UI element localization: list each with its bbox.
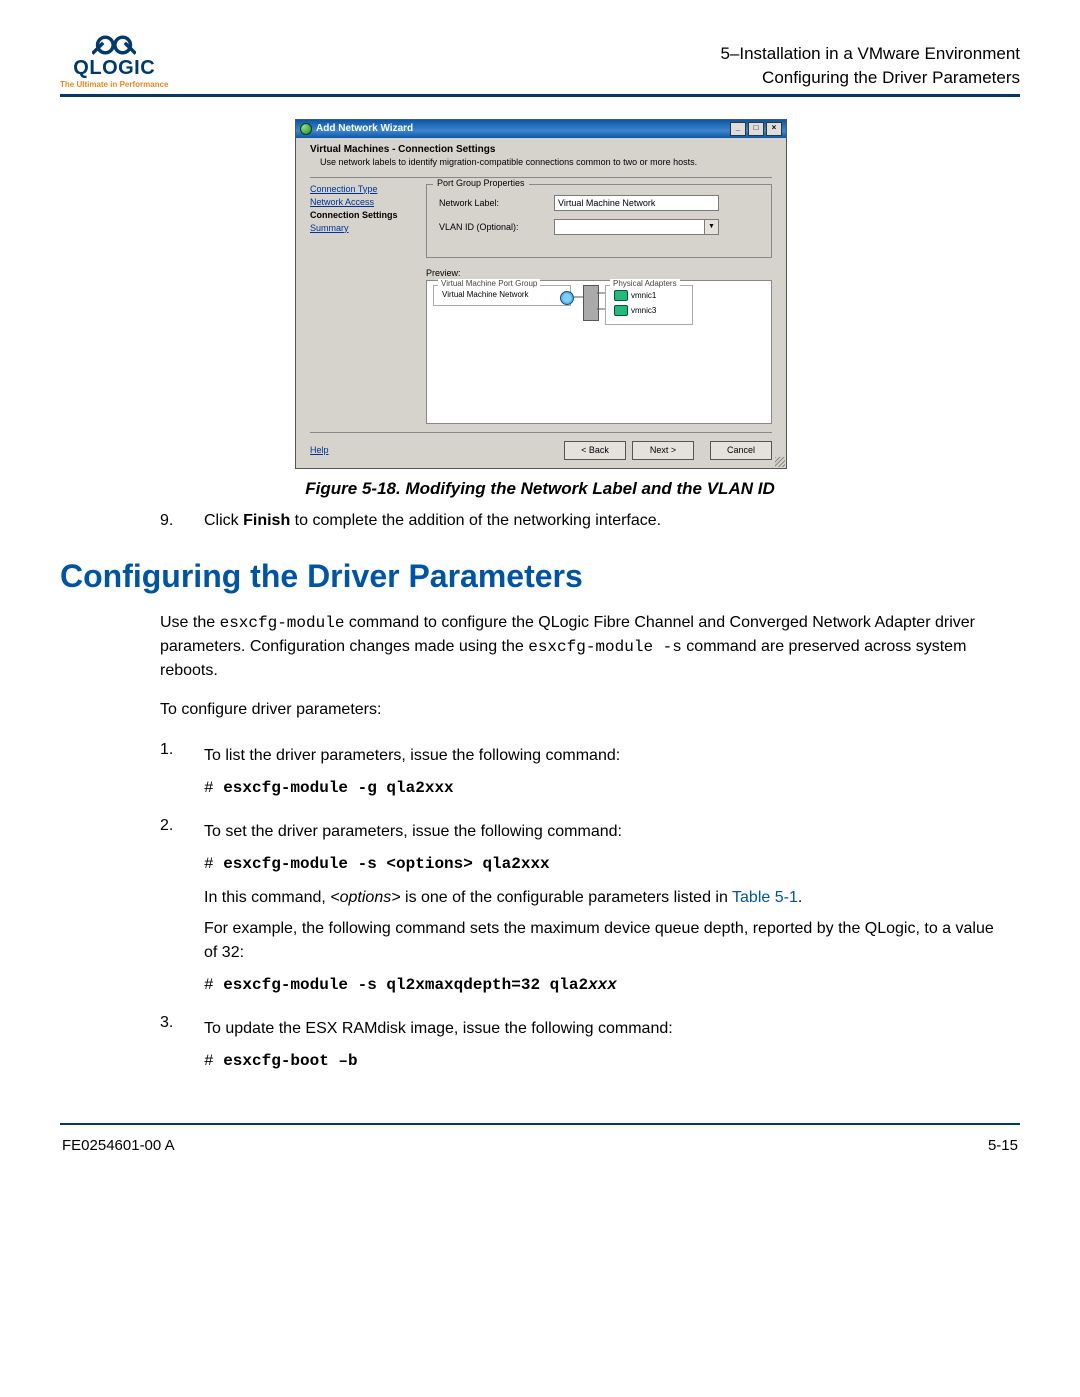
table-5-1-link[interactable]: Table 5-1 bbox=[732, 889, 798, 906]
wizard-step-title: Virtual Machines - Connection Settings bbox=[310, 144, 772, 155]
preview-label: Preview: bbox=[426, 268, 772, 278]
header-rule bbox=[60, 94, 1020, 97]
header-line2: Configuring the Driver Parameters bbox=[720, 66, 1020, 90]
back-button[interactable]: < Back bbox=[564, 441, 626, 460]
window-titlebar: Add Network Wizard _ □ × bbox=[296, 120, 786, 138]
wizard-step-description: Use network labels to identify migration… bbox=[310, 157, 772, 167]
footer-rule bbox=[60, 1123, 1020, 1125]
vlan-id-input[interactable] bbox=[554, 219, 705, 235]
network-label-label: Network Label: bbox=[439, 198, 554, 208]
wizard-nav: Connection Type Network Access Connectio… bbox=[310, 184, 426, 424]
vlan-id-label: VLAN ID (Optional): bbox=[439, 222, 554, 232]
doc-id: FE0254601-00 A bbox=[62, 1137, 175, 1154]
preview-panel: Virtual Machine Port Group Virtual Machi… bbox=[426, 280, 772, 424]
step-3-body: To update the ESX RAMdisk image, issue t… bbox=[204, 1011, 1020, 1083]
next-button[interactable]: Next > bbox=[632, 441, 694, 460]
step-9-number: 9. bbox=[160, 509, 182, 532]
step-2-body: To set the driver parameters, issue the … bbox=[204, 814, 1020, 1007]
brand-logo: QLOGIC The Ultimate in Performance bbox=[60, 32, 168, 89]
app-icon bbox=[300, 123, 312, 135]
maximize-button[interactable]: □ bbox=[748, 122, 764, 136]
brand-name: QLOGIC bbox=[73, 57, 155, 80]
header-line1: 5–Installation in a VMware Environment bbox=[720, 42, 1020, 66]
page-footer: FE0254601-00 A 5-15 bbox=[60, 1133, 1020, 1154]
figure-wizard: Add Network Wizard _ □ × Virtual Machine… bbox=[295, 119, 785, 469]
figure-caption: Figure 5-18. Modifying the Network Label… bbox=[60, 479, 1020, 499]
minimize-button[interactable]: _ bbox=[730, 122, 746, 136]
header-chapter: 5–Installation in a VMware Environment C… bbox=[720, 32, 1020, 90]
port-group-properties: Port Group Properties Network Label: VLA… bbox=[426, 184, 772, 258]
page-number: 5-15 bbox=[988, 1137, 1018, 1154]
section-title: Configuring the Driver Parameters bbox=[60, 558, 1020, 595]
step-1-number: 1. bbox=[160, 738, 182, 810]
window-title: Add Network Wizard bbox=[316, 123, 413, 134]
preview-connectors bbox=[427, 281, 771, 423]
help-link[interactable]: Help bbox=[310, 445, 329, 455]
port-group-legend: Port Group Properties bbox=[433, 178, 529, 188]
step-3-number: 3. bbox=[160, 1011, 182, 1083]
step-2-number: 2. bbox=[160, 814, 182, 1007]
step-1-body: To list the driver parameters, issue the… bbox=[204, 738, 1020, 810]
network-label-input[interactable] bbox=[554, 195, 719, 211]
step-9-text: Click Finish to complete the addition of… bbox=[204, 509, 1020, 532]
page-header: QLOGIC The Ultimate in Performance 5–Ins… bbox=[60, 32, 1020, 90]
section-intro: Use the esxcfg-module command to configu… bbox=[160, 611, 1020, 722]
cancel-button[interactable]: Cancel bbox=[710, 441, 772, 460]
qlogic-glyph-icon bbox=[92, 32, 136, 58]
resize-grip-icon bbox=[775, 457, 785, 467]
vlan-id-dropdown-button[interactable]: ▼ bbox=[705, 219, 719, 235]
nav-connection-type[interactable]: Connection Type bbox=[310, 184, 418, 194]
close-button[interactable]: × bbox=[766, 122, 782, 136]
nav-connection-settings: Connection Settings bbox=[310, 210, 418, 220]
brand-tagline: The Ultimate in Performance bbox=[60, 80, 168, 89]
nav-summary[interactable]: Summary bbox=[310, 223, 418, 233]
nav-network-access[interactable]: Network Access bbox=[310, 197, 418, 207]
